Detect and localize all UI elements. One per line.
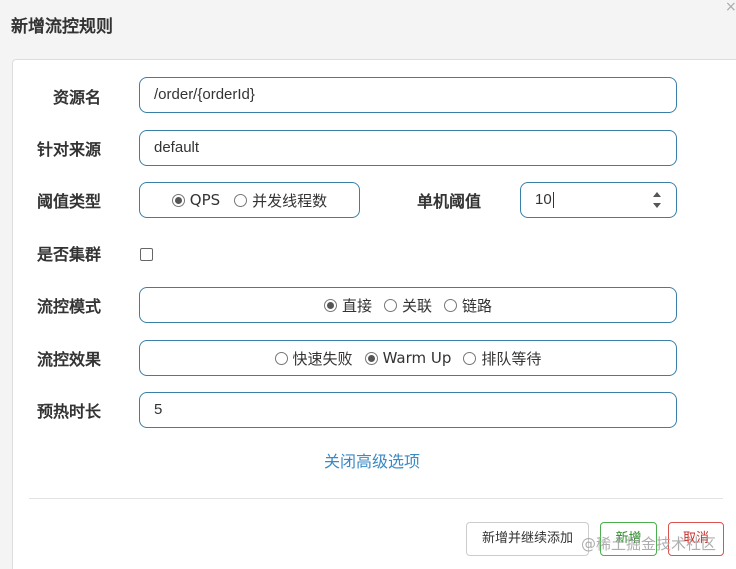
- control-behavior-radio-group: 快速失败 Warm Up 排队等待: [139, 340, 677, 376]
- resource-name-label: 资源名: [53, 88, 102, 107]
- warmup-period-label: 预热时长: [37, 402, 102, 421]
- grade-option-label: 并发线程数: [252, 191, 328, 210]
- threshold-input[interactable]: 10: [520, 182, 677, 218]
- radio-unchecked-icon[interactable]: [463, 351, 477, 365]
- radio-checked-icon[interactable]: [171, 193, 185, 207]
- number-spinner[interactable]: [652, 192, 662, 208]
- grade-label: 阈值类型: [37, 192, 102, 211]
- behavior-option-warm-up[interactable]: Warm Up: [364, 349, 452, 367]
- threshold-label: 单机阈值: [417, 192, 482, 211]
- dialog-title: 新增流控规则: [11, 17, 113, 37]
- cluster-checkbox[interactable]: [140, 248, 153, 261]
- add-and-continue-button[interactable]: 新增并继续添加: [466, 522, 589, 556]
- behavior-option-label: 快速失败: [292, 349, 353, 368]
- behavior-option-label: 排队等待: [481, 349, 542, 368]
- grade-option-label: QPS: [189, 191, 221, 209]
- threshold-value: 10: [535, 191, 552, 208]
- strategy-label: 流控模式: [37, 297, 102, 316]
- close-icon[interactable]: ×: [725, 0, 736, 14]
- behavior-option-queue[interactable]: 排队等待: [463, 348, 541, 369]
- text-cursor: [552, 192, 554, 209]
- radio-checked-icon[interactable]: [364, 351, 378, 365]
- spinner-up-icon[interactable]: [653, 192, 661, 197]
- strategy-option-relate[interactable]: 关联: [383, 295, 432, 316]
- spinner-down-icon[interactable]: [653, 203, 661, 208]
- grade-option-thread[interactable]: 并发线程数: [234, 190, 327, 211]
- strategy-radio-group: 直接 关联 链路: [139, 287, 677, 323]
- control-behavior-label: 流控效果: [37, 350, 102, 369]
- strategy-option-label: 链路: [462, 296, 493, 315]
- footer-divider: [29, 498, 723, 499]
- radio-unchecked-icon[interactable]: [383, 298, 397, 312]
- grade-option-qps[interactable]: QPS: [171, 191, 221, 209]
- watermark: @稀土掘金技术社区: [581, 535, 717, 553]
- toggle-advanced-link[interactable]: 关闭高级选项: [324, 448, 420, 472]
- limit-app-label: 针对来源: [37, 140, 102, 159]
- warmup-period-input[interactable]: 5: [139, 392, 677, 428]
- radio-checked-icon[interactable]: [323, 298, 337, 312]
- strategy-option-label: 直接: [341, 296, 372, 315]
- cluster-label: 是否集群: [37, 245, 102, 264]
- radio-unchecked-icon[interactable]: [274, 351, 288, 365]
- behavior-option-label: Warm Up: [382, 349, 452, 367]
- radio-unchecked-icon[interactable]: [234, 193, 248, 207]
- limit-app-input[interactable]: default: [139, 130, 677, 166]
- strategy-option-direct[interactable]: 直接: [323, 295, 372, 316]
- behavior-option-fail-fast[interactable]: 快速失败: [274, 348, 353, 369]
- radio-unchecked-icon[interactable]: [444, 298, 457, 312]
- strategy-option-chain[interactable]: 链路: [444, 295, 492, 316]
- grade-radio-group: QPS 并发线程数: [139, 182, 360, 218]
- strategy-option-label: 关联: [401, 296, 432, 315]
- resource-name-input[interactable]: /order/{orderId}: [139, 77, 677, 113]
